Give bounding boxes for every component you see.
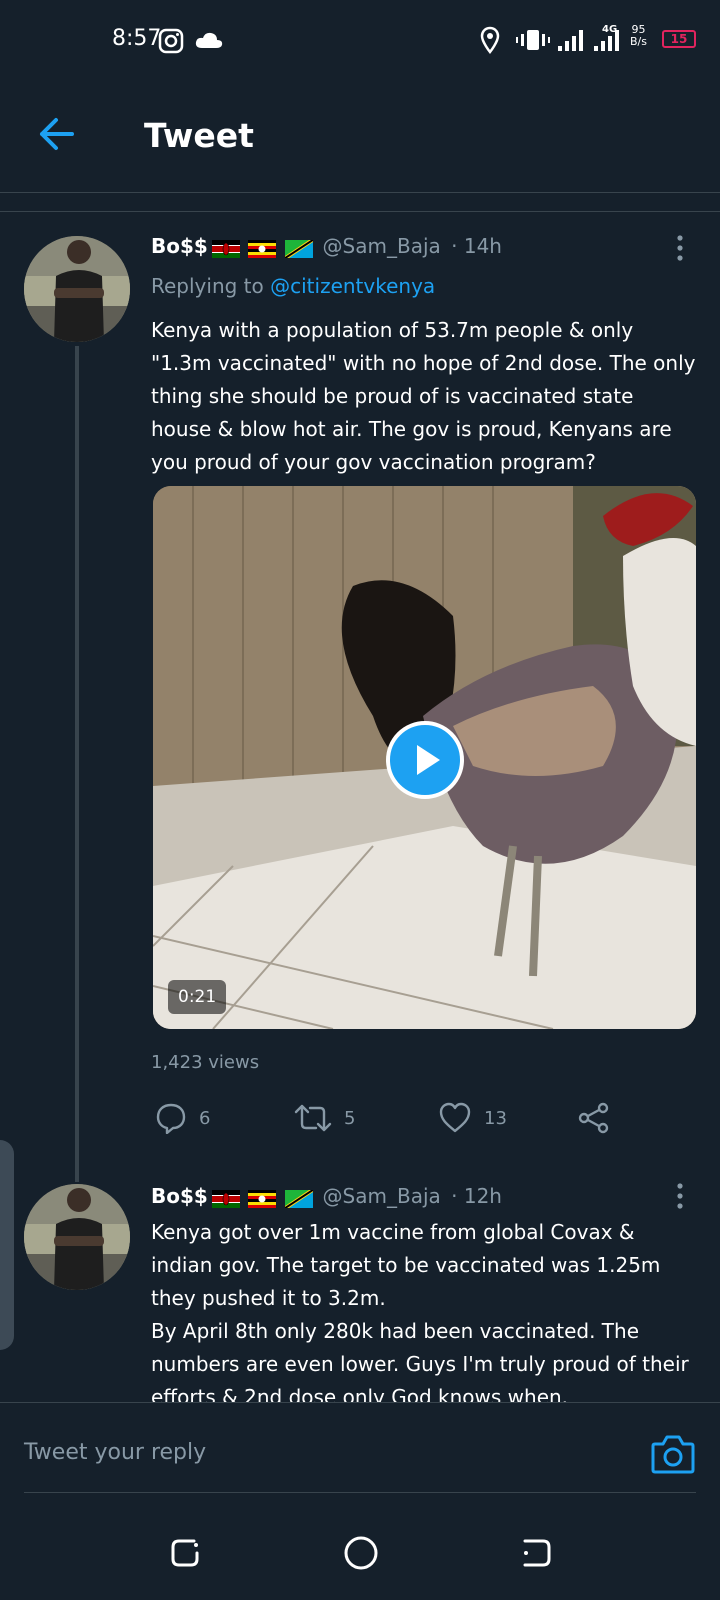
play-icon (417, 745, 440, 775)
divider (0, 1402, 720, 1403)
tweet-text-line: Kenya got over 1m vaccine from global Co… (151, 1220, 661, 1310)
author-handle[interactable]: @Sam_Baja (323, 1184, 441, 1208)
uganda-flag-icon (248, 1190, 277, 1208)
recent-apps-icon[interactable] (168, 1536, 202, 1570)
replying-label: Replying to (151, 274, 264, 298)
flag-emojis (211, 234, 315, 262)
tweet-timestamp: · 14h (451, 234, 502, 258)
video-duration: 0:21 (168, 980, 227, 1014)
signal-icon (558, 30, 583, 51)
kenya-flag-icon (211, 1190, 240, 1208)
speed-unit: B/s (630, 35, 647, 48)
divider (0, 211, 720, 212)
like-count: 13 (484, 1107, 507, 1129)
reply-underline (24, 1492, 696, 1493)
play-button[interactable] (386, 721, 464, 799)
vibrate-icon (516, 30, 550, 50)
status-time: 8:57 (112, 26, 162, 51)
tweet-text: Kenya with a population of 53.7m people … (151, 318, 696, 474)
replying-to: Replying to @citizentvkenya (151, 274, 435, 298)
network-speed: 95 B/s (630, 24, 647, 48)
reply-count: 6 (199, 1107, 211, 1129)
share-icon (578, 1102, 609, 1134)
back-nav-icon[interactable] (520, 1536, 554, 1570)
home-icon[interactable] (342, 1534, 380, 1572)
share-action[interactable] (578, 1098, 622, 1138)
status-bar: 8:57 4G 95 B/s 15 (0, 0, 720, 80)
location-icon (480, 26, 500, 54)
mention-link[interactable]: @citizentvkenya (270, 274, 435, 298)
page-title: Tweet (144, 116, 254, 155)
tweet-author-row: Bo$$ @Sam_Baja · 12h (151, 1182, 502, 1212)
reply-input[interactable]: Tweet your reply (24, 1440, 206, 1465)
avatar[interactable] (24, 236, 130, 342)
app-header: Tweet (0, 80, 720, 193)
tweet-text: Kenya got over 1m vaccine from global Co… (151, 1216, 699, 1402)
battery-indicator: 15 (662, 30, 696, 48)
more-options-icon[interactable] (674, 1182, 686, 1210)
signal-4g-icon: 4G (594, 24, 619, 51)
reply-action[interactable]: 6 (155, 1098, 210, 1138)
avatar-image (24, 236, 130, 342)
author-handle[interactable]: @Sam_Baja (323, 234, 441, 258)
thread-connector (75, 346, 79, 1182)
kenya-flag-icon (211, 240, 240, 258)
instagram-icon (158, 28, 184, 54)
avatar[interactable] (24, 1184, 130, 1290)
cloud-icon (195, 32, 223, 48)
tanzania-flag-icon (284, 1190, 313, 1208)
flag-emojis (211, 1184, 315, 1212)
retweet-action[interactable]: 5 (294, 1098, 355, 1138)
like-action[interactable]: 13 (438, 1098, 507, 1138)
tweet-timestamp: · 12h (451, 1184, 502, 1208)
tweet-author-row: Bo$$ @Sam_Baja · 14h (151, 232, 502, 262)
tweet-text-line: By April 8th only 280k had been vaccinat… (151, 1319, 689, 1402)
tanzania-flag-icon (284, 240, 313, 258)
retweet-icon (294, 1104, 332, 1132)
reply-icon (156, 1103, 186, 1134)
uganda-flag-icon (248, 240, 277, 258)
author-name[interactable]: Bo$$ (151, 234, 208, 258)
avatar-image (24, 1184, 130, 1290)
network-label: 4G (602, 24, 617, 35)
edge-panel-handle[interactable] (0, 1140, 14, 1350)
back-arrow-icon[interactable] (34, 112, 78, 156)
heart-icon (439, 1102, 471, 1133)
camera-icon[interactable] (650, 1432, 696, 1476)
retweet-count: 5 (344, 1107, 356, 1129)
author-name[interactable]: Bo$$ (151, 1184, 208, 1208)
view-count: 1,423 views (151, 1052, 260, 1073)
more-options-icon[interactable] (674, 234, 686, 262)
